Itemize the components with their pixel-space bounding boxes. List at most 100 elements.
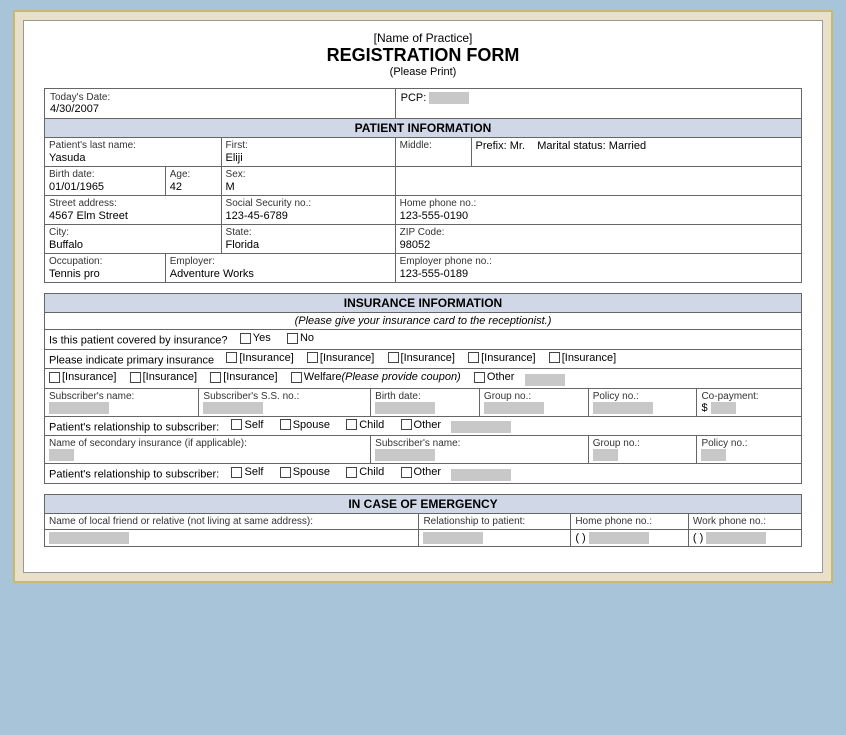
emergency-section-header: IN CASE OF EMERGENCY (45, 494, 802, 513)
birth-label: Birth date: (49, 169, 161, 180)
other2-label: Other (414, 419, 442, 431)
child2-label: Child (359, 466, 384, 478)
group2-box (593, 449, 618, 461)
ins1-label: [Insurance] (239, 352, 293, 364)
middle-value (400, 152, 467, 164)
state-cell: State: Florida (221, 225, 395, 254)
city-row: City: Buffalo State: Florida ZIP Code: 9… (45, 225, 802, 254)
ins2-checkbox[interactable] (307, 352, 318, 363)
zip-label: ZIP Code: (400, 227, 797, 238)
form-header: [Name of Practice] REGISTRATION FORM (Pl… (44, 31, 802, 78)
no-checkbox-item: No (287, 332, 314, 344)
other2-checkbox[interactable] (401, 419, 412, 430)
sub-name-label: Subscriber's name: (49, 391, 194, 402)
home-phone-label: Home phone no.: (400, 198, 797, 209)
sex-cell: Sex: M (221, 167, 395, 196)
home-phone-format: ( ) (575, 532, 585, 544)
child2-checkbox[interactable] (346, 467, 357, 478)
insurance-section-header: INSURANCE INFORMATION (45, 294, 802, 313)
sub-name2-box (375, 449, 435, 461)
yes-checkbox[interactable] (240, 333, 251, 344)
self-checkbox[interactable] (231, 419, 242, 430)
child-checkbox[interactable] (346, 419, 357, 430)
date-cell: Today's Date: 4/30/2007 (45, 89, 396, 119)
occupation-value: Tennis pro (49, 268, 161, 280)
self2-checkbox[interactable] (231, 467, 242, 478)
welfare-label: Welfare (304, 371, 342, 383)
policy-no-cell: Policy no.: (588, 388, 697, 416)
other3-checkbox[interactable] (401, 467, 412, 478)
other-insurance-checkbox[interactable] (474, 372, 485, 383)
birth-value: 01/01/1965 (49, 181, 161, 193)
employer-cell: Employer: Adventure Works (165, 254, 395, 283)
patient-section-header: PATIENT INFORMATION (45, 119, 802, 138)
ssn-cell: Social Security no.: 123-45-6789 (221, 196, 395, 225)
emergency-home-phone-label: Home phone no.: (575, 516, 684, 527)
birth-row: Birth date: 01/01/1965 Age: 42 Sex: M (45, 167, 802, 196)
other3-box (451, 469, 511, 481)
practice-name: [Name of Practice] (44, 31, 802, 45)
date-pcp-row: Today's Date: 4/30/2007 PCP: (45, 89, 802, 119)
copay-cell: Co-payment: $ (697, 388, 802, 416)
spouse-checkbox[interactable] (280, 419, 291, 430)
occupation-row: Occupation: Tennis pro Employer: Adventu… (45, 254, 802, 283)
relationship-cell2: Patient's relationship to subscriber: Se… (45, 464, 802, 484)
first-name-cell: First: Eliji (221, 138, 395, 167)
policy2-label: Policy no.: (701, 438, 797, 449)
marital-value: Married (609, 140, 646, 152)
other3-item: Other (401, 466, 442, 478)
emergency-relationship-value-cell (419, 529, 571, 546)
form-title: REGISTRATION FORM (44, 45, 802, 66)
no-checkbox[interactable] (287, 333, 298, 344)
sub-ss-label: Subscriber's S.S. no.: (203, 391, 366, 402)
employer-label: Employer: (170, 256, 391, 267)
emergency-labels-row: Name of local friend or relative (not li… (45, 513, 802, 529)
ins7-checkbox[interactable] (130, 372, 141, 383)
ins3-item: [Insurance] (388, 352, 455, 364)
ins4-checkbox[interactable] (468, 352, 479, 363)
ins6-item: [Insurance] (49, 371, 116, 383)
ins8-label: [Insurance] (223, 371, 277, 383)
ins5-label: [Insurance] (562, 352, 616, 364)
insurance-form-table: INSURANCE INFORMATION (Please give your … (44, 293, 802, 484)
city-cell: City: Buffalo (45, 225, 222, 254)
prefix-value: Mr. (510, 140, 525, 152)
ins3-label: [Insurance] (401, 352, 455, 364)
occupation-cell: Occupation: Tennis pro (45, 254, 166, 283)
patient-header-row: PATIENT INFORMATION (45, 119, 802, 138)
ins1-checkbox[interactable] (226, 352, 237, 363)
spouse-item: Spouse (280, 419, 330, 431)
ins3-checkbox[interactable] (388, 352, 399, 363)
policy-no-label: Policy no.: (593, 391, 693, 402)
secondary-box (49, 449, 74, 461)
primary-label: Please indicate primary insurance (49, 354, 214, 366)
self-item: Self (231, 419, 263, 431)
zip-cell: ZIP Code: 98052 (395, 225, 801, 254)
other-insurance-box (525, 374, 565, 386)
ins8-item: [Insurance] (210, 371, 277, 383)
home-phone-cell: Home phone no.: 123-555-0190 (395, 196, 801, 225)
emergency-work-phone-box (706, 532, 766, 544)
friend-value-cell (45, 529, 419, 546)
welfare-checkbox[interactable] (291, 372, 302, 383)
relationship-row1: Patient's relationship to subscriber: Se… (45, 416, 802, 436)
friend-label: Name of local friend or relative (not li… (49, 516, 414, 527)
other-insurance-item: Other (474, 371, 515, 383)
copay-box (711, 402, 736, 414)
home-phone-value: 123-555-0190 (400, 210, 797, 222)
covered-cell: Is this patient covered by insurance? Ye… (45, 330, 802, 350)
ins5-checkbox[interactable] (549, 352, 560, 363)
birth-date-label: Birth date: (375, 391, 475, 402)
emergency-form-table: IN CASE OF EMERGENCY Name of local frien… (44, 494, 802, 547)
ins6-checkbox[interactable] (49, 372, 60, 383)
birth-date-box (375, 402, 435, 414)
emergency-work-phone-label-cell: Work phone no.: (688, 513, 801, 529)
emergency-relationship-label-cell: Relationship to patient: (419, 513, 571, 529)
ins7-item: [Insurance] (130, 371, 197, 383)
age-value: 42 (170, 181, 217, 193)
ins8-checkbox[interactable] (210, 372, 221, 383)
emergency-home-phone-box (589, 532, 649, 544)
welfare-note: (Please provide coupon) (341, 371, 460, 383)
emergency-relationship-label: Relationship to patient: (423, 516, 566, 527)
spouse2-checkbox[interactable] (280, 467, 291, 478)
